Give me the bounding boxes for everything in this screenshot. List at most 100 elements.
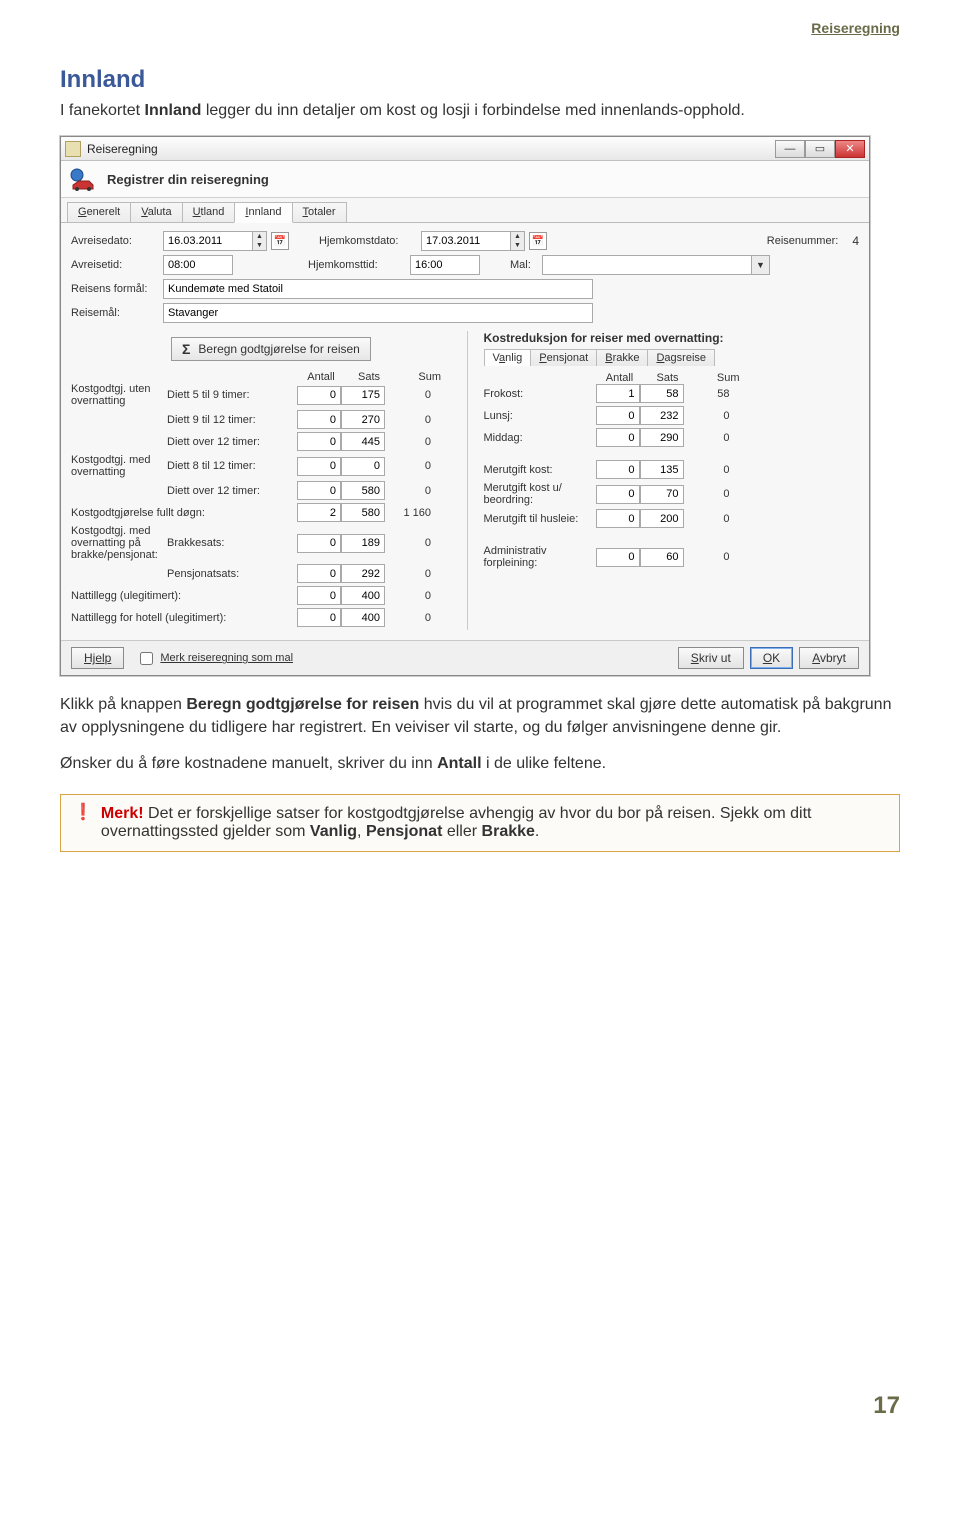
input-hjemkomsttid[interactable] bbox=[410, 255, 480, 275]
p3-b: Antall bbox=[437, 755, 481, 772]
input-sats[interactable] bbox=[640, 485, 684, 504]
bottom-bar: Hjelp Merk reiseregning som mal Skriv ut… bbox=[61, 640, 869, 675]
input-antall[interactable] bbox=[596, 548, 640, 567]
calendar-icon[interactable]: 📅 bbox=[529, 232, 547, 250]
close-button[interactable]: ✕ bbox=[835, 140, 865, 158]
page-number: 17 bbox=[60, 1392, 900, 1420]
tab-valuta[interactable]: Valuta bbox=[130, 202, 182, 222]
value-sum: 0 bbox=[385, 612, 433, 624]
input-antall[interactable] bbox=[596, 384, 640, 403]
minimize-button[interactable]: — bbox=[775, 140, 805, 158]
label-admin-forpleining: Administrativ forpleining: bbox=[484, 545, 596, 569]
input-antall[interactable] bbox=[297, 386, 341, 405]
tab-totaler[interactable]: Totaler bbox=[292, 202, 347, 222]
window-titlebar: Reiseregning — ▭ ✕ bbox=[61, 137, 869, 161]
input-reisens-formal[interactable] bbox=[163, 279, 593, 299]
note-box: ❗ Merk! Det er forskjellige satser for k… bbox=[60, 794, 900, 852]
skriv-ut-button[interactable]: Skriv ut bbox=[678, 647, 744, 669]
tab-utland[interactable]: Utland bbox=[182, 202, 236, 222]
input-antall[interactable] bbox=[297, 503, 341, 522]
input-antall[interactable] bbox=[596, 509, 640, 528]
input-antall[interactable] bbox=[297, 457, 341, 476]
calendar-icon[interactable]: 📅 bbox=[271, 232, 289, 250]
ktab-vanlig[interactable]: Vanlig bbox=[484, 349, 532, 366]
ktab-brakke[interactable]: Brakke bbox=[596, 349, 648, 366]
input-antall[interactable] bbox=[596, 406, 640, 425]
input-avreisedato[interactable] bbox=[163, 231, 253, 251]
chevron-down-icon[interactable]: ▼ bbox=[752, 255, 770, 275]
value-sum: 0 bbox=[385, 460, 433, 472]
input-sats[interactable] bbox=[341, 386, 385, 405]
input-reisemal[interactable] bbox=[163, 303, 593, 323]
p3-a: Ønsker du å føre kostnadene manuelt, skr… bbox=[60, 755, 437, 772]
input-antall[interactable] bbox=[297, 410, 341, 429]
input-sats[interactable] bbox=[640, 406, 684, 425]
input-sats[interactable] bbox=[341, 457, 385, 476]
label-diett-over-12b: Diett over 12 timer: bbox=[167, 485, 297, 497]
label-nattillegg: Nattillegg (ulegitimert): bbox=[71, 590, 297, 602]
input-sats[interactable] bbox=[640, 384, 684, 403]
ok-button[interactable]: OK bbox=[750, 647, 793, 669]
spinner-avreisedato[interactable]: ▲▼ bbox=[253, 231, 267, 251]
input-hjemkomstdato[interactable] bbox=[421, 231, 511, 251]
input-antall[interactable] bbox=[596, 428, 640, 447]
input-antall[interactable] bbox=[297, 586, 341, 605]
ktab-pensjonat[interactable]: Pensjonat bbox=[530, 349, 597, 366]
label-lunsj: Lunsj: bbox=[484, 410, 596, 422]
tab-generelt[interactable]: Generelt bbox=[67, 202, 131, 222]
hjelp-button[interactable]: Hjelp bbox=[71, 647, 124, 669]
ktab-dagsreise[interactable]: Dagsreise bbox=[647, 349, 715, 366]
label-kost-brakke: Kostgodtgj. med overnatting på brakke/pe… bbox=[71, 525, 167, 561]
kostreduksjon-tabs: Vanlig Pensjonat Brakke Dagsreise bbox=[484, 349, 860, 366]
label-hjemkomstdato: Hjemkomstdato: bbox=[319, 235, 421, 247]
value-sum: 0 bbox=[684, 464, 732, 476]
avbryt-button[interactable]: Avbryt bbox=[799, 647, 859, 669]
maximize-button[interactable]: ▭ bbox=[805, 140, 835, 158]
input-sats[interactable] bbox=[640, 460, 684, 479]
input-antall[interactable] bbox=[297, 432, 341, 451]
label-diett-8-12: Diett 8 til 12 timer: bbox=[167, 460, 297, 472]
col-header-sum: Sum bbox=[393, 371, 441, 383]
input-antall[interactable] bbox=[297, 534, 341, 553]
label-kost-full: Kostgodtgjørelse fullt døgn: bbox=[71, 507, 297, 519]
checkbox-input[interactable] bbox=[140, 652, 153, 665]
value-sum: 0 bbox=[385, 590, 433, 602]
value-sum: 0 bbox=[385, 537, 433, 549]
label-avreisedato: Avreisedato: bbox=[71, 235, 163, 247]
input-antall[interactable] bbox=[596, 460, 640, 479]
rcol-header-sum: Sum bbox=[692, 372, 740, 384]
input-sats[interactable] bbox=[341, 608, 385, 627]
right-column: Kostreduksjon for reiser med overnatting… bbox=[467, 331, 860, 630]
input-sats[interactable] bbox=[341, 586, 385, 605]
dropdown-mal[interactable]: ▼ bbox=[542, 255, 770, 275]
p2-a: Klikk på knappen bbox=[60, 696, 186, 713]
input-sats[interactable] bbox=[640, 428, 684, 447]
input-antall[interactable] bbox=[596, 485, 640, 504]
input-antall[interactable] bbox=[297, 608, 341, 627]
value-sum: 0 bbox=[684, 551, 732, 563]
input-sats[interactable] bbox=[341, 481, 385, 500]
tab-innland[interactable]: Innland bbox=[234, 202, 292, 223]
spinner-hjemkomstdato[interactable]: ▲▼ bbox=[511, 231, 525, 251]
input-sats[interactable] bbox=[341, 410, 385, 429]
value-sum: 0 bbox=[385, 414, 433, 426]
section-title-innland: Innland bbox=[60, 66, 900, 94]
intro-paragraph: I fanekortet Innland legger du inn detal… bbox=[60, 100, 900, 122]
input-avreisetid[interactable] bbox=[163, 255, 233, 275]
input-sats[interactable] bbox=[341, 432, 385, 451]
note-brakke: Brakke bbox=[482, 823, 535, 840]
merk-mal-checkbox[interactable]: Merk reiseregning som mal bbox=[136, 649, 293, 668]
window-title: Reiseregning bbox=[87, 142, 158, 156]
input-sats[interactable] bbox=[640, 509, 684, 528]
input-sats[interactable] bbox=[341, 564, 385, 583]
input-antall[interactable] bbox=[297, 564, 341, 583]
value-sum: 0 bbox=[684, 488, 732, 500]
input-antall[interactable] bbox=[297, 481, 341, 500]
input-sats[interactable] bbox=[341, 503, 385, 522]
window-buttons: — ▭ ✕ bbox=[775, 140, 865, 158]
beregn-button[interactable]: Σ Beregn godtgjørelse for reisen bbox=[171, 337, 371, 361]
value-sum: 0 bbox=[385, 568, 433, 580]
input-sats[interactable] bbox=[341, 534, 385, 553]
input-sats[interactable] bbox=[640, 548, 684, 567]
reiseregning-window: Reiseregning — ▭ ✕ Registrer din reisere… bbox=[60, 136, 870, 676]
